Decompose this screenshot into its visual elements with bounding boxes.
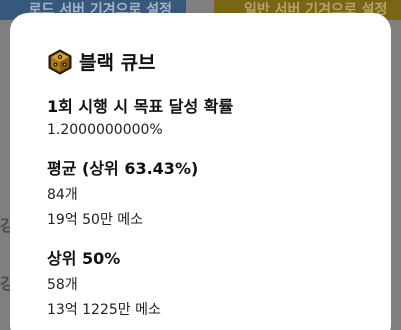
black-cube-icon — [48, 48, 72, 75]
average-section: 평균 (상위 63.43%) 84개 19억 50만 메소 — [47, 155, 198, 229]
section-heading: 평균 (상위 63.43%) — [47, 159, 199, 178]
top-50-percent-section: 상위 50% 58개 13억 1225만 메소 — [47, 245, 161, 319]
card-title: 블랙 큐브 — [79, 52, 156, 74]
cube-count-value: 58개 — [47, 277, 78, 293]
cube-count-value: 84개 — [47, 187, 78, 203]
card-header: 블랙 큐브 — [47, 48, 156, 75]
probability-value: 1.2000000000% — [47, 122, 163, 138]
success-probability-section: 1회 시행 시 목표 달성 확률 1.2000000000% — [47, 93, 233, 138]
meso-cost-value: 13억 1225만 메소 — [47, 302, 161, 318]
cube-result-card: 블랙 큐브 1회 시행 시 목표 달성 확률 1.2000000000% 평균 … — [10, 13, 391, 330]
section-heading: 1회 시행 시 목표 달성 확률 — [47, 97, 234, 116]
meso-cost-value: 19억 50만 메소 — [47, 212, 144, 228]
section-heading: 상위 50% — [47, 249, 121, 268]
